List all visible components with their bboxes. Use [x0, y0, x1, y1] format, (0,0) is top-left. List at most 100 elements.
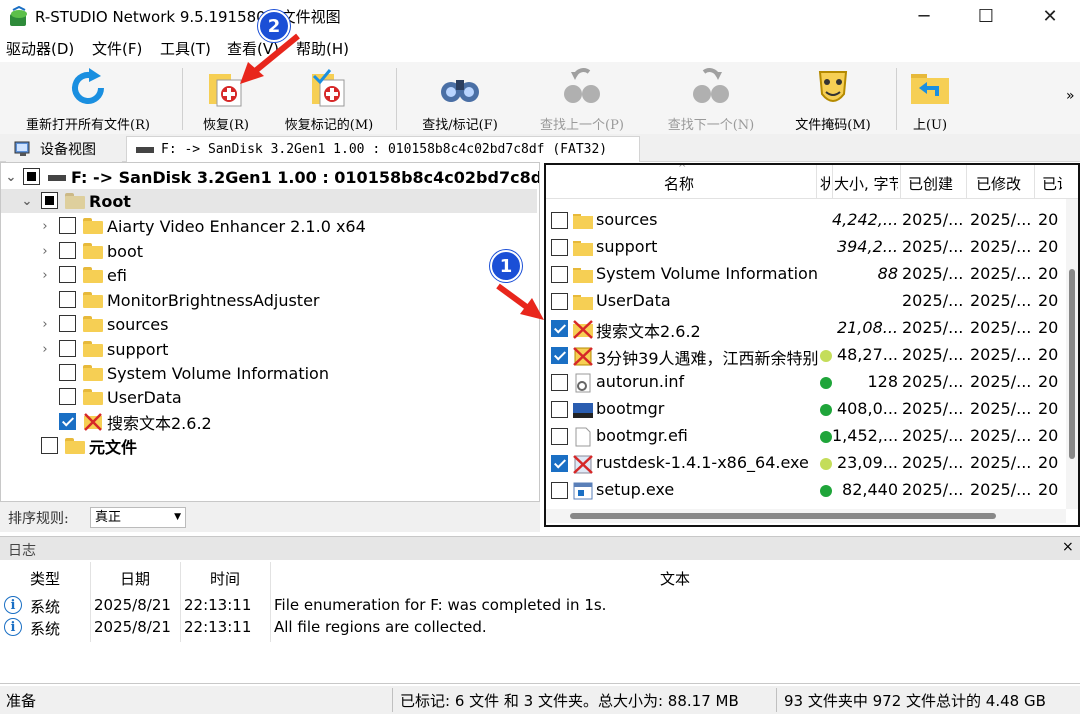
column-divider[interactable] — [1034, 165, 1035, 199]
folder-icon — [65, 438, 85, 454]
file-row[interactable]: sources 4,242,... 2025/... 2025/... 20 — [546, 207, 1066, 234]
tree-checkbox[interactable] — [59, 217, 76, 234]
file-checkbox[interactable] — [551, 320, 568, 337]
column-header-accessed[interactable]: 已访问 — [1042, 173, 1062, 194]
log-date: 2025/8/21 — [94, 618, 171, 636]
find-previous-button[interactable]: 查找上一个(P) — [524, 62, 640, 134]
file-row[interactable]: 3分钟39人遇难，江西新余特别 48,27... 2025/... 2025/... 2… — [546, 342, 1066, 369]
tree-checkbox[interactable] — [59, 291, 76, 308]
scroll-thumb[interactable] — [1069, 269, 1075, 459]
find-mark-label: 查找/标记(F) — [422, 118, 498, 133]
toolbar-overflow-button[interactable]: » — [1066, 88, 1075, 104]
expand-icon[interactable]: › — [39, 312, 51, 336]
recover-marked-button[interactable]: 恢复标记的(M) — [270, 62, 388, 134]
file-mask-button[interactable]: 文件掩码(M) — [782, 62, 884, 134]
tree-checkbox[interactable] — [59, 388, 76, 405]
column-divider[interactable] — [832, 165, 833, 199]
tree-checkbox[interactable] — [59, 242, 76, 259]
expand-icon[interactable]: › — [39, 263, 51, 287]
title-bar: R-STUDIO Network 9.5.191580 - 文件视图 ─ ☐ ✕ — [0, 0, 1080, 34]
status-dot-icon — [820, 377, 832, 389]
file-row[interactable]: UserData 2025/... 2025/... 20 — [546, 288, 1066, 315]
column-header-created[interactable]: 已创建 — [908, 173, 953, 194]
tree-checkbox[interactable] — [59, 315, 76, 332]
file-name: autorun.inf — [596, 372, 685, 391]
close-icon[interactable]: × — [1062, 539, 1074, 555]
tab-device-view[interactable]: 设备视图 — [6, 136, 122, 162]
tree-checkbox[interactable] — [59, 340, 76, 357]
horizontal-scrollbar[interactable] — [546, 509, 1066, 523]
sort-select[interactable]: 真正 ▼ — [90, 507, 186, 528]
column-header-size[interactable]: 大小, 字节 — [834, 173, 898, 194]
file-row[interactable]: setup.exe 82,440 2025/... 2025/... 20 — [546, 477, 1066, 504]
reopen-all-files-button[interactable]: 重新打开所有文件(R) — [8, 62, 168, 134]
column-divider[interactable] — [816, 165, 817, 199]
file-name: rustdesk-1.4.1-x86_64.exe — [596, 453, 809, 472]
log-header-time[interactable]: 时间 — [210, 568, 240, 589]
expand-icon[interactable]: › — [39, 239, 51, 263]
find-previous-label: 查找上一个(P) — [540, 118, 624, 133]
find-next-button[interactable]: 查找下一个(N) — [652, 62, 770, 134]
expand-icon[interactable]: › — [39, 337, 51, 361]
menu-help[interactable]: 帮助(H) — [296, 38, 349, 59]
tree-checkbox[interactable] — [59, 364, 76, 381]
up-button[interactable]: 上(U) — [902, 62, 958, 134]
scroll-thumb[interactable] — [570, 513, 996, 519]
file-checkbox[interactable] — [551, 212, 568, 229]
file-checkbox[interactable] — [551, 347, 568, 364]
menu-tools[interactable]: 工具(T) — [160, 38, 211, 59]
file-icon — [575, 427, 591, 447]
menu-drive[interactable]: 驱动器(D) — [6, 38, 74, 59]
file-checkbox[interactable] — [551, 266, 568, 283]
status-divider — [776, 688, 777, 712]
column-header-flag[interactable]: 状 — [820, 173, 830, 194]
log-header-text[interactable]: 文本 — [660, 568, 690, 589]
log-header-date[interactable]: 日期 — [120, 568, 150, 589]
column-header-name[interactable]: 名称 — [664, 173, 694, 194]
file-checkbox[interactable] — [551, 482, 568, 499]
file-checkbox[interactable] — [551, 455, 568, 472]
file-checkbox[interactable] — [551, 428, 568, 445]
tree-item-root[interactable]: ⌄ Root — [1, 189, 537, 213]
tree-checkbox[interactable] — [59, 413, 76, 430]
expand-icon[interactable]: › — [39, 214, 51, 238]
file-row[interactable]: rustdesk-1.4.1-x86_64.exe 23,09... 2025/..… — [546, 450, 1066, 477]
status-ready: 准备 — [6, 692, 37, 710]
file-row[interactable]: support 394,2... 2025/... 2025/... 20 — [546, 234, 1066, 261]
close-window-button[interactable]: ✕ — [1020, 0, 1080, 32]
column-divider[interactable] — [966, 165, 967, 199]
column-header-modified[interactable]: 已修改 — [976, 173, 1021, 194]
file-row[interactable]: bootmgr.efi 1,452,... 2025/... 2025/... 20 — [546, 423, 1066, 450]
menu-file[interactable]: 文件(F) — [92, 38, 142, 59]
recover-label: 恢复(R) — [203, 118, 249, 133]
file-checkbox[interactable] — [551, 293, 568, 310]
collapse-icon[interactable]: ⌄ — [5, 165, 17, 189]
file-checkbox[interactable] — [551, 374, 568, 391]
minimize-button[interactable]: ─ — [894, 0, 954, 32]
file-row[interactable]: bootmgr 408,0... 2025/... 2025/... 20 — [546, 396, 1066, 423]
recover-button[interactable]: 恢复(R) — [190, 62, 262, 134]
column-divider[interactable] — [900, 165, 901, 199]
log-row[interactable]: i 系统 2025/8/21 22:13:11 File enumeration… — [0, 594, 1080, 616]
file-row[interactable]: System Volume Information 88 2025/... 2025/… — [546, 261, 1066, 288]
tree-checkbox[interactable] — [59, 266, 76, 283]
collapse-icon[interactable]: ⌄ — [21, 189, 33, 213]
find-mark-button[interactable]: 查找/标记(F) — [406, 62, 514, 134]
file-checkbox[interactable] — [551, 239, 568, 256]
tree-checkbox[interactable] — [23, 168, 40, 185]
file-created: 2025/... — [902, 480, 964, 499]
log-header-type[interactable]: 类型 — [30, 568, 60, 589]
tree-checkbox[interactable] — [41, 437, 58, 454]
tree-item-drive[interactable]: ⌄ F: -> SanDisk 3.2Gen1 1.00 : 010158b8c… — [1, 165, 539, 189]
file-modified: 2025/... — [970, 264, 1032, 283]
file-checkbox[interactable] — [551, 401, 568, 418]
vertical-scrollbar[interactable] — [1066, 199, 1078, 509]
log-row[interactable]: i 系统 2025/8/21 22:13:11 All file regions… — [0, 616, 1080, 638]
file-created: 2025/... — [902, 345, 964, 364]
file-row[interactable]: 搜索文本2.6.2 21,08... 2025/... 2025/... 20 — [546, 315, 1066, 342]
tab-drive-files[interactable]: F: -> SanDisk 3.2Gen1 1.00 : 010158b8c4c… — [126, 136, 640, 162]
maximize-button[interactable]: ☐ — [956, 0, 1016, 32]
info-icon: i — [4, 596, 22, 614]
file-row[interactable]: autorun.inf 128 2025/... 2025/... 20 — [546, 369, 1066, 396]
tree-checkbox[interactable] — [41, 192, 58, 209]
